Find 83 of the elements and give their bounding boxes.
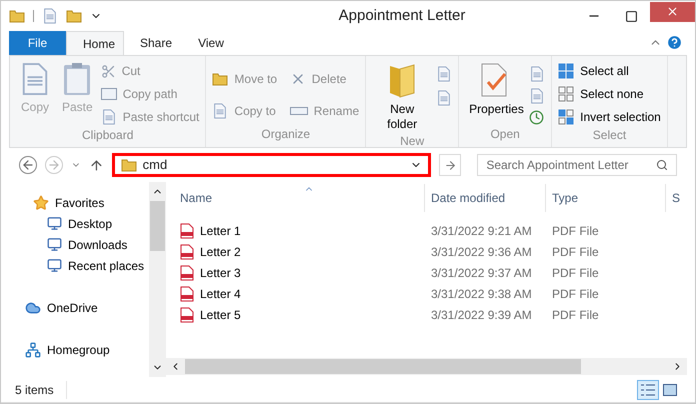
- maximize-icon[interactable]: [625, 10, 638, 22]
- horizontal-scrollbar[interactable]: [166, 358, 687, 375]
- location-icon: [47, 237, 62, 252]
- search-field[interactable]: Search Appointment Letter: [477, 154, 677, 176]
- new-folder-small-icon: [66, 8, 82, 24]
- close-icon: [666, 5, 679, 18]
- ribbon-button[interactable]: Select all: [558, 62, 661, 80]
- pdf-file-icon: [180, 244, 194, 260]
- file-name[interactable]: Letter 2: [200, 242, 241, 260]
- star-icon: [33, 194, 49, 210]
- nav-item[interactable]: Downloads: [68, 236, 128, 254]
- date-cell-text: 3/31/2022 9:39 AM: [430, 306, 533, 324]
- type-cell-text: PDF File: [551, 286, 600, 302]
- group-label: Organize: [260, 126, 312, 143]
- location-icon: [47, 258, 62, 273]
- select-none-icon: [558, 86, 574, 102]
- column-header[interactable]: Type: [545, 184, 665, 212]
- ribbon-tab[interactable]: Share: [124, 31, 182, 55]
- location-icon: [47, 216, 62, 231]
- ribbon-tab[interactable]: View: [182, 31, 240, 55]
- ribbon-tab[interactable]: Home: [66, 31, 124, 55]
- back-icon[interactable]: [19, 156, 37, 174]
- pdf-file-icon: [180, 222, 194, 238]
- go-button[interactable]: [439, 154, 462, 176]
- column-header[interactable]: S: [665, 184, 687, 212]
- thumbnails-icon: [663, 384, 677, 396]
- file-name[interactable]: Letter 5: [200, 306, 241, 324]
- window-title: Appointment Letter: [338, 6, 466, 26]
- copy-path-icon: [100, 88, 117, 100]
- ribbon-button[interactable]: New folder: [372, 62, 432, 132]
- nav-item[interactable]: Desktop: [68, 214, 112, 232]
- date-cell-text: 3/31/2022 9:38 AM: [430, 286, 533, 302]
- type-cell-text: PDF File: [551, 306, 600, 324]
- group-label: New: [399, 133, 426, 150]
- up-icon[interactable]: [88, 158, 104, 172]
- type-cell-text: PDF File: [551, 264, 600, 282]
- history-icon: [529, 110, 544, 125]
- file-name[interactable]: Letter 4: [200, 284, 241, 302]
- date-cell-text: 3/31/2022 9:36 AM: [430, 244, 533, 260]
- nav-item[interactable]: OneDrive: [47, 298, 98, 316]
- column-header[interactable]: Name: [166, 184, 424, 212]
- date-cell-text: 3/31/2022 9:37 AM: [430, 264, 533, 282]
- group-label: Select: [592, 127, 628, 144]
- pdf-file-icon: [180, 264, 194, 280]
- search-icon: [656, 159, 668, 171]
- scissors-icon: [100, 64, 116, 78]
- nav-item[interactable]: Homegroup: [47, 340, 110, 358]
- clipboard-icon: [63, 62, 92, 96]
- cloud-icon: [25, 300, 41, 316]
- details-icon: [641, 384, 655, 396]
- ribbon-button[interactable]: Invert selection: [558, 108, 661, 126]
- file-name[interactable]: Letter 3: [200, 264, 241, 282]
- type-cell-text: PDF File: [551, 222, 600, 240]
- column-header[interactable]: Date modified: [424, 184, 545, 212]
- group-label: Open: [489, 126, 521, 143]
- help-icon[interactable]: [666, 34, 683, 51]
- ribbon-button[interactable]: Select none: [558, 85, 661, 103]
- details-view-button[interactable]: [637, 380, 659, 400]
- pdf-file-icon: [180, 306, 194, 322]
- type-cell-text: PDF File: [551, 244, 600, 260]
- network-icon: [25, 342, 41, 358]
- date-cell-text: 3/31/2022 9:21 AM: [430, 222, 533, 240]
- scroll-thumb[interactable]: [185, 359, 582, 374]
- new-folder-icon: [388, 62, 416, 98]
- ribbon-button[interactable]: Properties: [465, 62, 526, 125]
- pdf-file-icon: [180, 286, 194, 302]
- address-field[interactable]: cmd: [112, 153, 432, 177]
- file-tab[interactable]: File: [9, 31, 66, 55]
- invert-selection-icon: [558, 109, 574, 125]
- folder-icon: [9, 8, 25, 24]
- scroll-thumb[interactable]: [150, 201, 165, 251]
- vertical-scrollbar[interactable]: [149, 182, 166, 377]
- arrow-icon: [444, 158, 457, 172]
- file-name[interactable]: Letter 1: [200, 222, 241, 240]
- nav-item[interactable]: Recent places: [68, 256, 144, 274]
- copy-document-icon: [212, 102, 228, 118]
- nav-item[interactable]: Favorites: [55, 194, 104, 212]
- item-count: 5 items: [15, 380, 67, 398]
- group-label: Clipboard: [81, 127, 134, 144]
- select-all-icon: [558, 63, 574, 79]
- close-button[interactable]: [650, 2, 695, 22]
- folder-icon: [120, 157, 137, 173]
- rename-icon: [290, 104, 308, 116]
